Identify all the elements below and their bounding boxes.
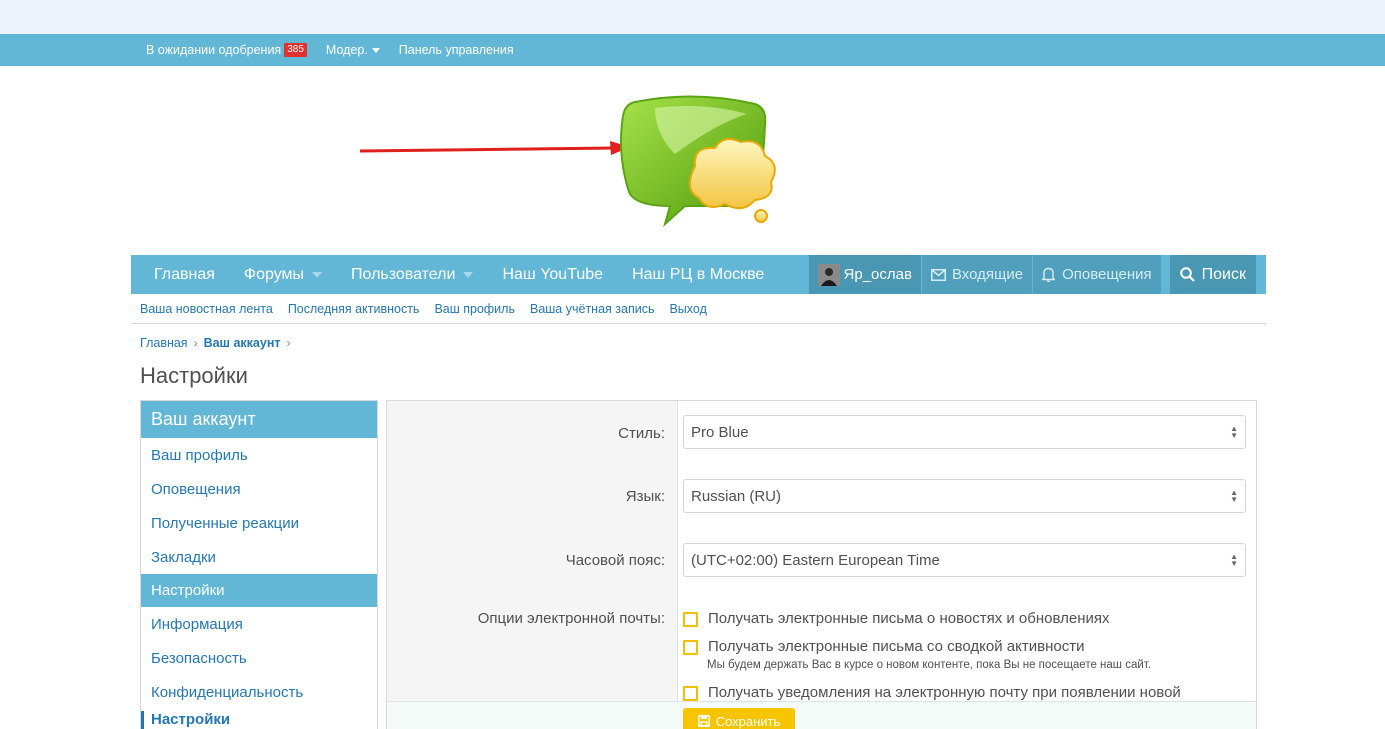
subnav-latest-activity[interactable]: Последняя активность <box>288 302 420 316</box>
chevron-down-icon[interactable] <box>463 271 474 278</box>
control-panel-label: Панель управления <box>398 43 514 57</box>
tab-users-label: Пользователи <box>351 265 456 283</box>
sidebar-item-security[interactable]: Безопасность <box>141 641 377 675</box>
breadcrumb-home[interactable]: Главная <box>140 336 188 350</box>
checkbox[interactable] <box>683 640 698 655</box>
floppy-disk-icon <box>697 715 710 727</box>
email-digest-label: Получать электронные письма со сводкой а… <box>708 638 1085 655</box>
search-icon <box>1179 267 1195 282</box>
select-arrows-icon: ▲ ▼ <box>1230 488 1238 504</box>
tab-users[interactable]: Пользователи <box>351 265 474 284</box>
tab-forums[interactable]: Форумы <box>243 265 323 284</box>
sidebar-item-privacy[interactable]: Конфиденциальность <box>141 675 377 709</box>
site-logo-icon[interactable] <box>615 94 785 234</box>
red-arrow-icon <box>360 141 630 155</box>
settings-form: Стиль: Pro Blue ▲ ▼ Язык: Russian (RU) ▲ ▼… <box>386 400 1257 729</box>
tab-home-label: Главная <box>154 265 215 283</box>
language-value: Russian (RU) <box>691 487 782 505</box>
style-value: Pro Blue <box>691 423 749 441</box>
pending-count-badge: 385 <box>284 43 307 57</box>
main-nav: Главная Форумы Пользователи Наш YouTube … <box>131 255 1266 294</box>
sidebar-subsection-settings[interactable]: Настройки <box>141 711 230 729</box>
email-news-option[interactable]: Получать электронные письма о новостях и… <box>683 610 1109 627</box>
moder-label: Модер. <box>325 43 368 57</box>
sidebar-heading: Ваш аккаунт <box>141 401 377 438</box>
language-select[interactable]: Russian (RU) ▲ ▼ <box>683 479 1246 513</box>
sidebar-item-bookmarks[interactable]: Закладки <box>141 540 377 574</box>
pending-approval-label: В ожидании одобрения <box>146 43 282 57</box>
account-sidebar: Ваш аккаунт Ваш профиль Оповещения Получ… <box>140 400 378 729</box>
bell-icon <box>1042 267 1056 282</box>
tab-forums-label: Форумы <box>243 265 305 283</box>
language-label: Язык: <box>625 488 665 505</box>
alerts-link[interactable]: Оповещения <box>1033 255 1161 294</box>
tab-youtube-label: Наш YouTube <box>502 265 604 283</box>
chevron-right-icon: › <box>286 336 291 350</box>
page-title: Настройки <box>140 363 248 388</box>
chevron-down-icon[interactable] <box>312 271 323 278</box>
save-label: Сохранить <box>715 713 781 729</box>
search-label: Поиск <box>1201 265 1246 283</box>
email-notify-label: Получать уведомления на электронную почт… <box>708 684 1181 701</box>
chevron-down-icon <box>371 47 380 53</box>
sub-nav: Ваша новостная лента Последняя активност… <box>131 294 1266 324</box>
subnav-your-profile[interactable]: Ваш профиль <box>434 302 515 316</box>
top-blank-area <box>0 0 1385 34</box>
avatar <box>817 263 840 286</box>
staff-bar: В ожидании одобрения 385 Модер. Панель у… <box>0 34 1385 66</box>
sidebar-item-info[interactable]: Информация <box>141 607 377 641</box>
email-digest-hint: Мы будем держать Вас в курсе о новом кон… <box>707 659 1151 671</box>
breadcrumb: Главная › Ваш аккаунт › <box>140 336 297 350</box>
sidebar-item-reactions[interactable]: Полученные реакции <box>141 506 377 540</box>
control-panel-link[interactable]: Панель управления <box>399 43 514 57</box>
subnav-your-account[interactable]: Ваша учётная запись <box>530 302 654 316</box>
username-label: Яр_ослав <box>843 266 912 283</box>
style-label: Стиль: <box>618 425 665 442</box>
style-select[interactable]: Pro Blue ▲ ▼ <box>683 415 1246 449</box>
sidebar-item-profile[interactable]: Ваш профиль <box>141 438 377 472</box>
account-block: Яр_ослав Входящие Оповещения <box>808 255 1161 294</box>
timezone-select[interactable]: (UTC+02:00) Eastern European Time ▲ ▼ <box>683 543 1246 577</box>
select-arrows-icon: ▲ ▼ <box>1230 424 1238 440</box>
email-news-label: Получать электронные письма о новостях и… <box>708 610 1110 627</box>
moder-menu[interactable]: Модер. <box>326 43 380 57</box>
search-button[interactable]: Поиск <box>1169 255 1256 294</box>
subnav-logout[interactable]: Выход <box>669 302 706 316</box>
header-logo-area <box>130 66 1266 255</box>
tab-moscow-center[interactable]: Наш РЦ в Москве <box>632 266 764 284</box>
label-column <box>387 401 678 701</box>
tab-home[interactable]: Главная <box>154 266 215 284</box>
user-menu[interactable]: Яр_ослав <box>808 255 921 294</box>
inbox-link[interactable]: Входящие <box>922 255 1032 294</box>
inbox-label: Входящие <box>951 266 1024 283</box>
select-arrows-icon: ▲ ▼ <box>1230 552 1238 568</box>
checkbox[interactable] <box>683 686 698 701</box>
tab-youtube[interactable]: Наш YouTube <box>502 266 603 284</box>
pending-approval-link[interactable]: В ожидании одобрения 385 <box>146 43 307 57</box>
form-footer <box>387 701 1256 729</box>
sidebar-item-settings[interactable]: Настройки <box>141 574 377 607</box>
email-digest-option[interactable]: Получать электронные письма со сводкой а… <box>683 638 1084 655</box>
sidebar-item-alerts[interactable]: Оповещения <box>141 472 377 506</box>
save-button[interactable]: Сохранить <box>683 708 795 729</box>
envelope-icon <box>930 268 946 281</box>
chevron-right-icon: › <box>193 336 198 350</box>
tab-moscow-center-label: Наш РЦ в Москве <box>632 265 765 283</box>
timezone-value: (UTC+02:00) Eastern European Time <box>691 551 940 569</box>
subnav-news-feed[interactable]: Ваша новостная лента <box>140 302 273 316</box>
alerts-label: Оповещения <box>1062 266 1152 283</box>
email-notify-option[interactable]: Получать уведомления на электронную почт… <box>683 684 1181 701</box>
timezone-label: Часовой пояс: <box>565 552 665 569</box>
email-options-label: Опции электронной почты: <box>477 610 665 627</box>
checkbox[interactable] <box>683 612 698 627</box>
breadcrumb-account[interactable]: Ваш аккаунт <box>204 336 281 350</box>
